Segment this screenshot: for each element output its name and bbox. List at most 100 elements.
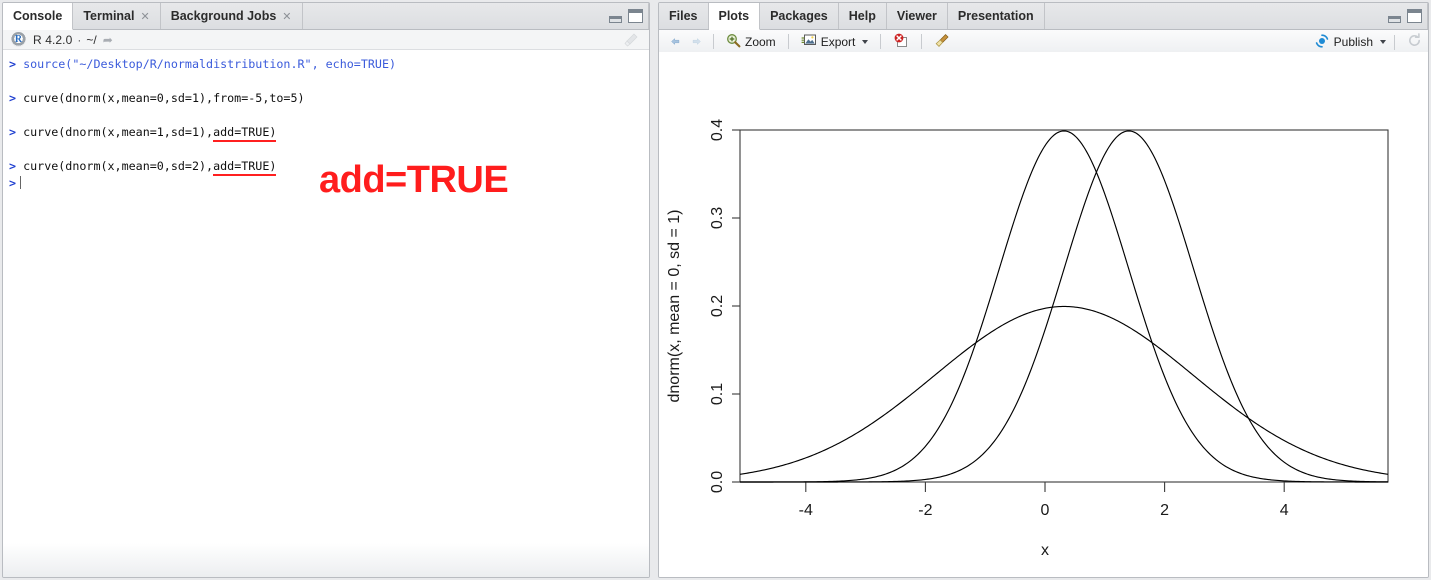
svg-text:0: 0: [1041, 502, 1050, 519]
console-command: curve(dnorm(x,mean=0,sd=1),from=-5,to=5): [23, 91, 305, 105]
console-line: > curve(dnorm(x,mean=0,sd=1),from=-5,to=…: [9, 90, 641, 107]
toolbar-separator: [713, 34, 714, 49]
tab-packages[interactable]: Packages: [760, 3, 839, 29]
svg-text:0.1: 0.1: [709, 383, 726, 405]
toolbar-separator: [921, 34, 923, 49]
zoom-label: Zoom: [745, 34, 776, 49]
console-line: > curve(dnorm(x,mean=1,sd=1),add=TRUE): [9, 124, 641, 142]
plots-tabbar: Files Plots Packages Help Viewer Present…: [659, 3, 1428, 30]
console-panel: Console Terminal ✕ Background Jobs ✕ R 4…: [2, 2, 650, 578]
back-arrow-icon[interactable]: [667, 35, 684, 48]
tab-background-jobs-label: Background Jobs: [170, 9, 277, 23]
y-axis-ticks: [732, 129, 740, 483]
maximize-icon[interactable]: [628, 9, 643, 23]
tab-help-label: Help: [848, 9, 876, 23]
tab-presentation[interactable]: Presentation: [947, 3, 1045, 29]
minimize-icon[interactable]: [609, 16, 622, 23]
chevron-down-icon[interactable]: [1380, 40, 1386, 44]
text-caret: [20, 176, 22, 189]
forward-arrow-icon[interactable]: [688, 35, 705, 48]
remove-plot-button[interactable]: [889, 32, 913, 52]
working-directory-label[interactable]: ~/: [86, 33, 96, 47]
y-axis-title: dnorm(x, mean = 0, sd = 1): [666, 210, 683, 403]
console-prompt: >: [9, 125, 24, 139]
tab-help[interactable]: Help: [838, 3, 887, 29]
svg-text:-4: -4: [799, 502, 813, 519]
svg-text:4: 4: [1280, 502, 1289, 519]
console-line: > source("~/Desktop/R/normaldistribution…: [9, 56, 641, 73]
clear-console-icon[interactable]: [623, 32, 639, 48]
svg-text:-2: -2: [918, 502, 932, 519]
plot-output[interactable]: 0.0 0.1 0.2 0.3 0.4 dnorm(x, mean = 0, s…: [659, 52, 1428, 577]
toolbar-separator: [880, 34, 882, 49]
console-prompt: >: [9, 91, 24, 105]
svg-text:0.4: 0.4: [709, 119, 726, 141]
close-icon[interactable]: ✕: [282, 10, 291, 23]
density-curve: [739, 305, 1389, 475]
tab-console[interactable]: Console: [3, 3, 74, 30]
tab-files-label: Files: [669, 9, 698, 23]
svg-text:0.2: 0.2: [709, 295, 726, 317]
r-logo-icon: [11, 32, 26, 47]
minimize-icon[interactable]: [1388, 16, 1401, 23]
console-tabbar: Console Terminal ✕ Background Jobs ✕: [3, 3, 649, 30]
tab-viewer-label: Viewer: [896, 9, 937, 23]
open-directory-icon[interactable]: ➦: [103, 33, 113, 47]
console-prompt: >: [9, 176, 17, 190]
publish-icon: [1314, 33, 1330, 51]
console-command-highlight: add=TRUE): [213, 125, 277, 142]
tab-plots-label: Plots: [718, 9, 750, 23]
tab-presentation-label: Presentation: [957, 9, 1034, 23]
svg-text:2: 2: [1160, 502, 1169, 519]
svg-text:0.0: 0.0: [709, 471, 726, 493]
normal-distribution-plot: 0.0 0.1 0.2 0.3 0.4 dnorm(x, mean = 0, s…: [666, 119, 1389, 559]
export-label: Export: [820, 34, 856, 49]
clear-all-plots-button[interactable]: [930, 32, 954, 52]
remove-plot-icon: [893, 33, 909, 51]
console-window-controls: [609, 9, 643, 23]
close-icon[interactable]: ✕: [140, 10, 149, 23]
infobar-separator: ·: [77, 32, 82, 47]
maximize-icon[interactable]: [1407, 9, 1422, 23]
toolbar-separator: [1394, 34, 1395, 50]
console-output[interactable]: > source("~/Desktop/R/normaldistribution…: [3, 50, 649, 576]
plots-panel: Files Plots Packages Help Viewer Present…: [658, 2, 1429, 578]
export-button[interactable]: Export: [797, 32, 873, 51]
tabbar-filler: [302, 3, 649, 29]
publish-area: Publish: [1314, 30, 1422, 54]
console-command: curve(dnorm(x,mean=1,sd=1),: [23, 125, 214, 139]
tab-console-label: Console: [13, 9, 63, 23]
r-version-label: R 4.2.0: [33, 32, 73, 47]
tabbar-filler: [1044, 3, 1428, 29]
tab-plots[interactable]: Plots: [708, 3, 761, 30]
magnifier-plus-icon: [726, 33, 741, 51]
console-footer: [3, 543, 649, 577]
console-command-highlight: add=TRUE): [213, 159, 277, 176]
rstudio-window: Console Terminal ✕ Background Jobs ✕ R 4…: [0, 0, 1431, 580]
zoom-button[interactable]: Zoom: [722, 32, 780, 52]
chevron-down-icon[interactable]: [862, 39, 869, 44]
tab-packages-label: Packages: [770, 9, 828, 23]
export-image-icon: [801, 33, 817, 50]
tab-files[interactable]: Files: [659, 3, 709, 29]
tab-viewer[interactable]: Viewer: [886, 3, 948, 29]
console-prompt: >: [9, 159, 24, 173]
console-command: source("~/Desktop/R/normaldistribution.R…: [23, 57, 397, 71]
plots-window-controls: [1388, 9, 1422, 23]
x-axis-ticks: [805, 482, 1285, 492]
refresh-icon[interactable]: [1407, 33, 1422, 51]
console-prompt: >: [9, 57, 24, 71]
toolbar-separator: [787, 34, 789, 49]
x-axis-tick-labels: -4 -2 0 2 4: [799, 502, 1289, 519]
console-command: curve(dnorm(x,mean=0,sd=2),: [23, 159, 214, 173]
tab-background-jobs[interactable]: Background Jobs ✕: [160, 3, 303, 29]
density-curves: [739, 130, 1389, 483]
tab-terminal[interactable]: Terminal ✕: [73, 3, 161, 29]
x-axis-title: x: [1041, 542, 1049, 559]
console-infobar: R 4.2.0 · ~/ ➦: [3, 30, 649, 50]
publish-label[interactable]: Publish: [1334, 35, 1373, 49]
tab-terminal-label: Terminal: [83, 9, 135, 23]
